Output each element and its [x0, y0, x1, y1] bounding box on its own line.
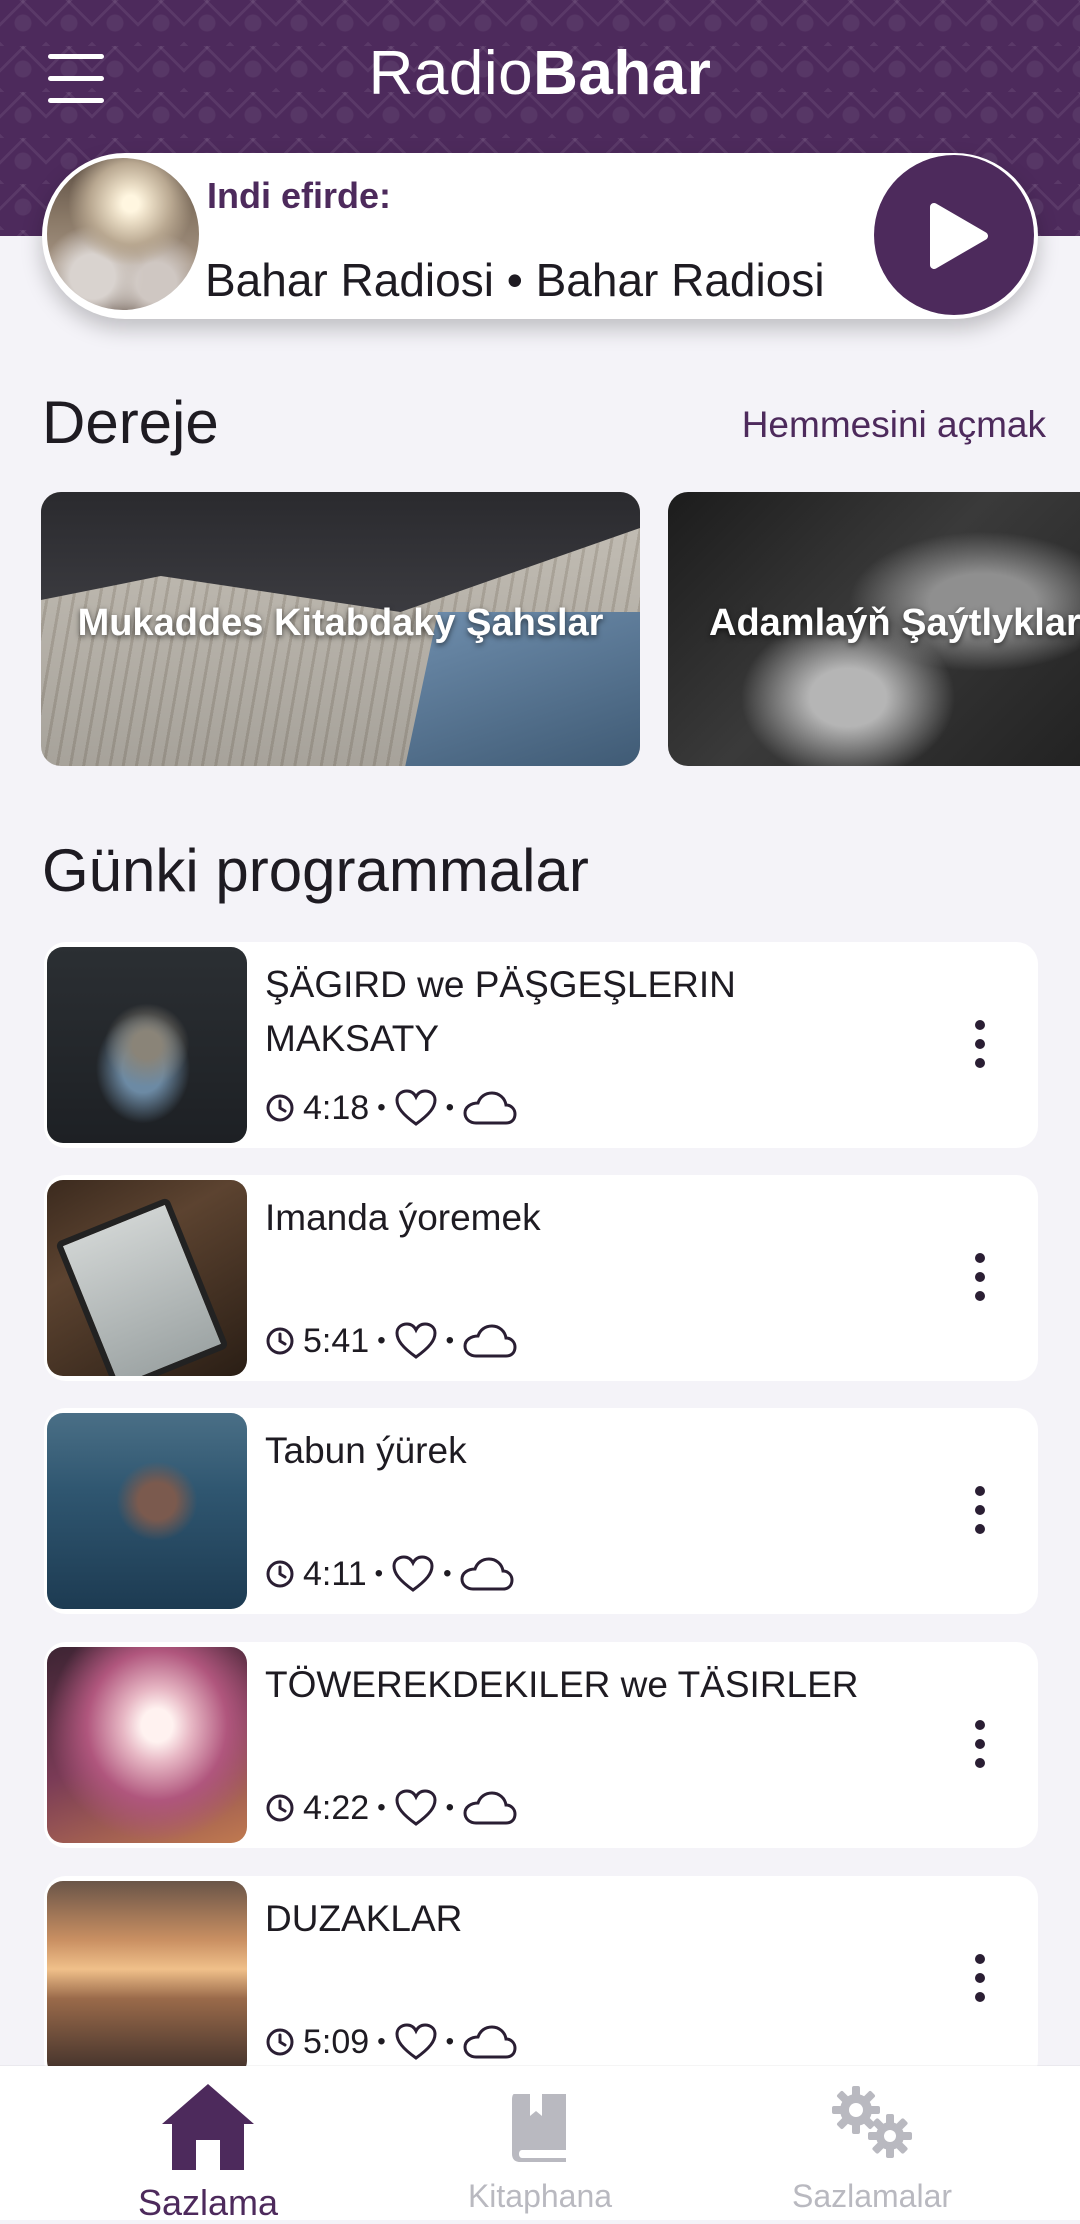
cloud-icon[interactable] — [459, 1555, 515, 1593]
now-playing-label: Indi efirde: — [207, 175, 392, 216]
program-title: DUZAKLAR — [265, 1898, 463, 1939]
more-options-icon[interactable] — [974, 1486, 986, 1534]
clock-icon — [266, 1327, 294, 1355]
clock-icon — [266, 2028, 294, 2056]
separator-dot: • — [445, 1794, 454, 1821]
program-item[interactable]: DUZAKLAR 5:09 • • — [44, 1876, 1038, 2082]
program-item[interactable]: ŞÄGIRD we PÄŞGEŞLERIN MAKSATY 4:18 • • — [44, 942, 1038, 1148]
separator-dot: • — [445, 1094, 454, 1121]
now-playing-artwork — [44, 155, 202, 313]
app-title: RadioBahar — [0, 38, 1080, 109]
clock-icon — [266, 1094, 294, 1122]
program-title: TÖWEREKDEKILER we TÄSIRLER — [265, 1664, 859, 1705]
categories-title: Dereje — [42, 389, 219, 456]
program-thumbnail — [47, 1881, 247, 2077]
cloud-icon[interactable] — [462, 2023, 518, 2061]
nav-item-settings[interactable]: Sazlamalar — [752, 2066, 992, 2220]
category-card[interactable]: Mukaddes Kitabdaky Şahslar — [41, 492, 640, 766]
program-duration: 5:09 — [303, 2022, 370, 2061]
program-duration: 4:22 — [303, 1788, 370, 1827]
heart-icon[interactable] — [394, 1088, 438, 1128]
separator-dot: • — [377, 2028, 386, 2055]
program-meta: 5:09 • • — [265, 2022, 518, 2062]
program-thumbnail — [47, 1180, 247, 1376]
clock-icon — [266, 1794, 294, 1822]
nav-item-library[interactable]: Kitaphana — [420, 2066, 660, 2220]
more-options-icon[interactable] — [974, 1253, 986, 1301]
nav-item-home[interactable]: Sazlama — [88, 2066, 328, 2223]
nav-label: Sazlama — [137, 2182, 279, 2223]
now-playing-card[interactable]: Indi efirde: Bahar Radiosi • Bahar Radio… — [42, 153, 1038, 319]
program-meta: 4:18 • • — [265, 1088, 518, 1128]
program-meta: 4:22 • • — [265, 1788, 518, 1828]
program-meta: 4:11 • • — [265, 1554, 515, 1594]
separator-dot: • — [374, 1560, 384, 1587]
separator-dot: • — [377, 1794, 386, 1821]
nav-label: Sazlamalar — [791, 2178, 953, 2214]
more-options-icon[interactable] — [974, 1720, 986, 1768]
program-item[interactable]: Imanda ýoremek 5:41 • • — [44, 1175, 1038, 1381]
heart-icon[interactable] — [394, 1321, 438, 1361]
play-icon — [930, 203, 988, 269]
separator-dot: • — [445, 2028, 454, 2055]
program-thumbnail — [47, 1647, 247, 1843]
nav-label: Kitaphana — [467, 2178, 613, 2214]
book-icon — [512, 2094, 566, 2162]
separator-dot: • — [377, 1327, 386, 1354]
app-title-bold: Bahar — [533, 39, 712, 108]
separator-dot: • — [377, 1094, 386, 1121]
program-duration: 4:18 — [303, 1088, 370, 1127]
category-card[interactable]: Adamlaýň Şaýtlyklary — [668, 492, 1080, 766]
programs-title: Günki programmalar — [42, 837, 589, 904]
category-label: Mukaddes Kitabdaky Şahslar — [77, 602, 604, 644]
app-title-light: Radio — [368, 39, 534, 108]
heart-icon[interactable] — [394, 1788, 438, 1828]
now-playing-title: Bahar Radiosi • Bahar Radiosi — [205, 254, 825, 306]
program-item[interactable]: TÖWEREKDEKILER we TÄSIRLER 4:22 • • — [44, 1642, 1038, 1848]
program-title: Imanda ýoremek — [265, 1197, 541, 1238]
heart-icon[interactable] — [391, 1554, 435, 1594]
more-options-icon[interactable] — [974, 1020, 986, 1068]
program-meta: 5:41 • • — [265, 1321, 518, 1361]
bottom-navigation: Sazlama Kitaphana Sazlamalar — [0, 2066, 1080, 2223]
program-thumbnail — [47, 1413, 247, 1609]
program-duration: 5:41 — [303, 1321, 370, 1360]
clock-icon — [266, 1560, 294, 1588]
program-thumbnail — [47, 947, 247, 1143]
separator-dot: • — [445, 1327, 454, 1354]
category-label: Adamlaýň Şaýtlyklary — [709, 602, 1080, 644]
separator-dot: • — [443, 1560, 452, 1587]
program-title: ŞÄGIRD we PÄŞGEŞLERIN MAKSATY — [265, 964, 736, 1059]
cloud-icon[interactable] — [462, 1789, 518, 1827]
gears-icon — [832, 2086, 912, 2158]
program-duration: 4:11 — [303, 1554, 367, 1593]
program-item[interactable]: Tabun ýürek 4:11 • • — [44, 1408, 1038, 1614]
home-icon — [162, 2084, 254, 2170]
program-title: Tabun ýürek — [265, 1430, 467, 1471]
heart-icon[interactable] — [394, 2022, 438, 2062]
play-button[interactable] — [874, 155, 1034, 315]
see-all-link[interactable]: Hemmesini açmak — [742, 404, 1046, 446]
cloud-icon[interactable] — [462, 1322, 518, 1360]
more-options-icon[interactable] — [974, 1954, 986, 2002]
cloud-icon[interactable] — [462, 1089, 518, 1127]
